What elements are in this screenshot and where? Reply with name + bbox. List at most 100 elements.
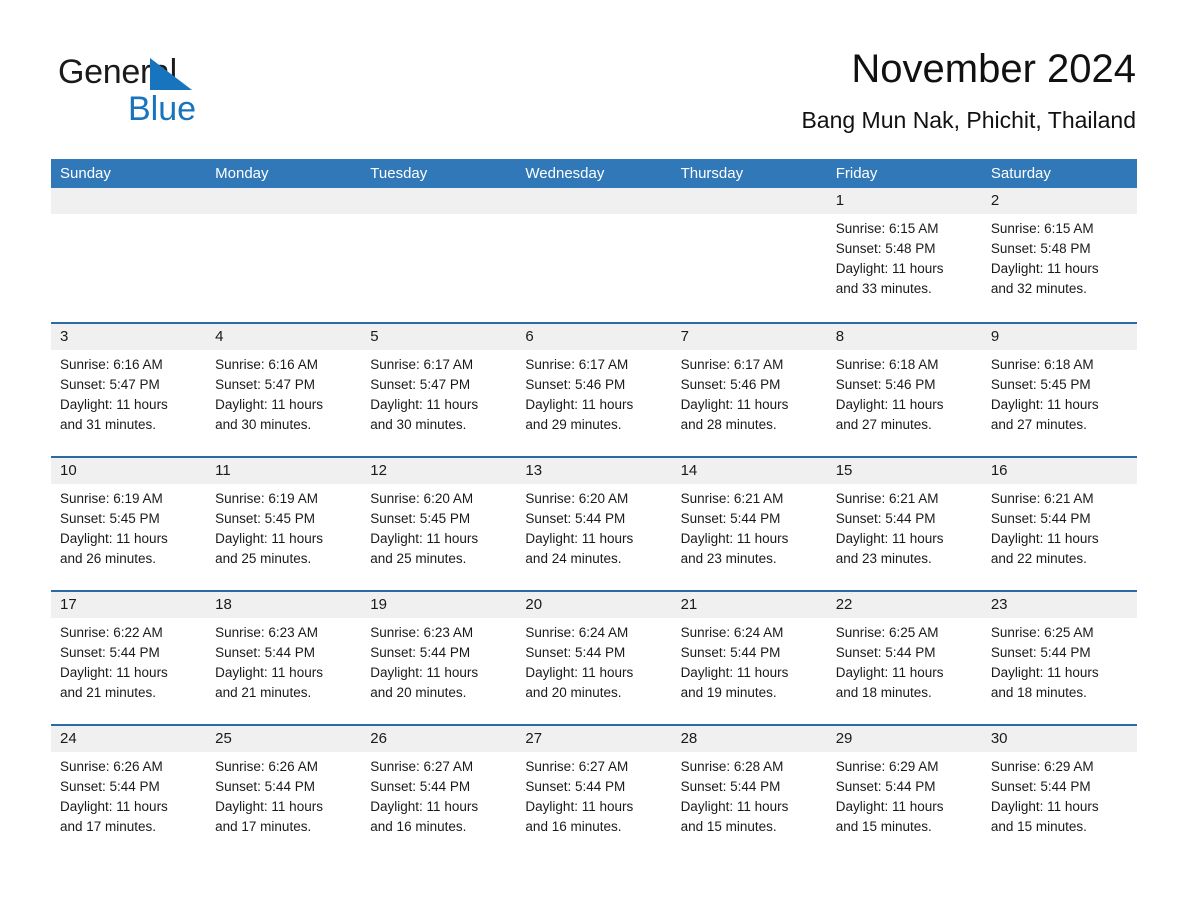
calendar-weeks: 1 Sunrise: 6:15 AM Sunset: 5:48 PM Daylight… (51, 188, 1137, 858)
weekday-header-thursday: Thursday (680, 165, 744, 182)
day-cell[interactable]: 2 Sunrise: 6:15 AM Sunset: 5:48 PM Daylight… (981, 188, 1137, 322)
daylight-text-line2: and 15 minutes. (680, 819, 777, 834)
day-cell[interactable]: 24 Sunrise: 6:26 AM Sunset: 5:44 PM Dayligh… (51, 726, 207, 858)
sunrise-text: Sunrise: 6:28 AM (680, 759, 784, 774)
daylight-text-line2: and 30 minutes. (215, 417, 312, 432)
day-number: 13 (525, 462, 543, 479)
day-cell[interactable]: 11 Sunrise: 6:19 AM Sunset: 5:45 PM Dayligh… (206, 458, 362, 590)
day-cell[interactable]: 14 Sunrise: 6:21 AM Sunset: 5:44 PM Dayligh… (671, 458, 827, 590)
day-cell[interactable]: 27 Sunrise: 6:27 AM Sunset: 5:44 PM Dayligh… (516, 726, 672, 858)
day-number-band: 10 (51, 458, 207, 484)
sunset-text: Sunset: 5:47 PM (60, 377, 160, 392)
day-cell[interactable]: 22 Sunrise: 6:25 AM Sunset: 5:44 PM Dayligh… (826, 592, 982, 724)
day-number-band: 7 (671, 324, 827, 350)
day-cell[interactable]: 17 Sunrise: 6:22 AM Sunset: 5:44 PM Dayligh… (51, 592, 207, 724)
daylight-text-line2: and 29 minutes. (525, 417, 622, 432)
day-number-band: 17 (51, 592, 207, 618)
sunrise-text: Sunrise: 6:29 AM (835, 759, 939, 774)
weekday-header-row: Sunday Monday Tuesday Wednesday Thursday Frid… (51, 159, 1137, 188)
day-number-band: 25 (206, 726, 362, 752)
day-cell[interactable]: 19 Sunrise: 6:23 AM Sunset: 5:44 PM Dayligh… (361, 592, 517, 724)
daylight-text-line1: Daylight: 11 hours (370, 799, 479, 814)
sunset-text: Sunset: 5:44 PM (525, 511, 626, 526)
day-cell[interactable]: 23 Sunrise: 6:25 AM Sunset: 5:44 PM Dayligh… (981, 592, 1137, 724)
day-cell[interactable]: 13 Sunrise: 6:20 AM Sunset: 5:44 PM Dayligh… (516, 458, 672, 590)
day-cell[interactable]: 15 Sunrise: 6:21 AM Sunset: 5:44 PM Dayligh… (826, 458, 982, 590)
day-cell[interactable]: 25 Sunrise: 6:26 AM Sunset: 5:44 PM Dayligh… (206, 726, 362, 858)
day-cell[interactable]: 12 Sunrise: 6:20 AM Sunset: 5:45 PM Dayligh… (361, 458, 517, 590)
daylight-text-line1: Daylight: 11 hours (60, 665, 168, 680)
sunset-text: Sunset: 5:44 PM (60, 645, 160, 660)
daylight-text-line1: Daylight: 11 hours (525, 799, 634, 814)
day-cell[interactable]: 28 Sunrise: 6:28 AM Sunset: 5:44 PM Dayligh… (671, 726, 827, 858)
day-number-band: 5 (361, 324, 517, 350)
day-cell[interactable]: 3 Sunrise: 6:16 AM Sunset: 5:47 PM Daylight… (51, 324, 207, 456)
day-number: 21 (680, 596, 698, 613)
day-cell[interactable]: 16 Sunrise: 6:21 AM Sunset: 5:44 PM Dayligh… (981, 458, 1137, 590)
sunset-text: Sunset: 5:44 PM (835, 511, 936, 526)
day-cell[interactable]: 7 Sunrise: 6:17 AM Sunset: 5:46 PM Daylight… (671, 324, 827, 456)
day-number-band: 11 (206, 458, 362, 484)
day-number-band: 16 (981, 458, 1137, 484)
day-number-band: 23 (981, 592, 1137, 618)
day-number-band: 6 (516, 324, 672, 350)
daylight-text-line2: and 22 minutes. (990, 551, 1087, 566)
day-number-band: 4 (206, 324, 362, 350)
sunset-text: Sunset: 5:44 PM (990, 779, 1091, 794)
day-number-band: 27 (516, 726, 672, 752)
day-cell[interactable]: 1 Sunrise: 6:15 AM Sunset: 5:48 PM Daylight… (826, 188, 982, 322)
daylight-text-line2: and 25 minutes. (370, 551, 467, 566)
general-blue-logo[interactable]: General Blue (58, 52, 358, 130)
sunrise-text: Sunrise: 6:22 AM (60, 625, 163, 640)
day-cell-empty (516, 188, 672, 322)
sunset-text: Sunset: 5:44 PM (215, 779, 315, 794)
sunrise-text: Sunrise: 6:25 AM (835, 625, 939, 640)
daylight-text-line1: Daylight: 11 hours (215, 665, 323, 680)
day-cell[interactable]: 20 Sunrise: 6:24 AM Sunset: 5:44 PM Dayligh… (516, 592, 672, 724)
day-number-band (361, 188, 517, 214)
day-cell[interactable]: 29 Sunrise: 6:29 AM Sunset: 5:44 PM Dayligh… (826, 726, 982, 858)
day-cell[interactable]: 10 Sunrise: 6:19 AM Sunset: 5:45 PM Dayligh… (51, 458, 207, 590)
sunrise-text: Sunrise: 6:16 AM (215, 357, 318, 372)
daylight-text-line2: and 18 minutes. (990, 685, 1087, 700)
day-cell[interactable]: 9 Sunrise: 6:18 AM Sunset: 5:45 PM Daylight… (981, 324, 1137, 456)
day-number-band (671, 188, 827, 214)
day-details: Sunrise: 6:25 AM Sunset: 5:44 PM Daylight:… (827, 618, 982, 703)
day-details: Sunrise: 6:27 AM Sunset: 5:44 PM Daylight:… (361, 752, 516, 837)
day-cell[interactable]: 21 Sunrise: 6:24 AM Sunset: 5:44 PM Dayligh… (671, 592, 827, 724)
daylight-text-line1: Daylight: 11 hours (990, 397, 1099, 412)
daylight-text-line2: and 16 minutes. (525, 819, 622, 834)
daylight-text-line1: Daylight: 11 hours (835, 261, 944, 276)
sunset-text: Sunset: 5:48 PM (835, 241, 936, 256)
weekday-header-friday: Friday (835, 165, 878, 182)
daylight-text-line1: Daylight: 11 hours (680, 531, 789, 546)
sunset-text: Sunset: 5:44 PM (525, 779, 626, 794)
day-cell[interactable]: 5 Sunrise: 6:17 AM Sunset: 5:47 PM Daylight… (361, 324, 517, 456)
day-number: 3 (60, 328, 69, 345)
day-cell[interactable]: 18 Sunrise: 6:23 AM Sunset: 5:44 PM Dayligh… (206, 592, 362, 724)
calendar-grid: Sunday Monday Tuesday Wednesday Thursday Frid… (51, 159, 1137, 858)
daylight-text-line1: Daylight: 11 hours (680, 665, 789, 680)
day-details: Sunrise: 6:29 AM Sunset: 5:44 PM Daylight:… (982, 752, 1137, 837)
weekday-header-monday: Monday (215, 165, 269, 182)
day-details: Sunrise: 6:21 AM Sunset: 5:44 PM Daylight:… (827, 484, 982, 569)
day-number-band: 2 (981, 188, 1137, 214)
day-cell[interactable]: 6 Sunrise: 6:17 AM Sunset: 5:46 PM Daylight… (516, 324, 672, 456)
sunset-text: Sunset: 5:44 PM (370, 779, 471, 794)
day-cell[interactable]: 26 Sunrise: 6:27 AM Sunset: 5:44 PM Dayligh… (361, 726, 517, 858)
day-number: 9 (990, 328, 1000, 345)
sunset-text: Sunset: 5:45 PM (370, 511, 471, 526)
sunrise-text: Sunrise: 6:24 AM (525, 625, 629, 640)
day-details: Sunrise: 6:19 AM Sunset: 5:45 PM Daylight:… (206, 484, 361, 569)
sunrise-text: Sunrise: 6:27 AM (370, 759, 474, 774)
daylight-text-line1: Daylight: 11 hours (215, 531, 323, 546)
day-number: 22 (835, 596, 853, 613)
daylight-text-line1: Daylight: 11 hours (990, 799, 1099, 814)
daylight-text-line1: Daylight: 11 hours (215, 799, 323, 814)
day-number-band: 22 (826, 592, 982, 618)
day-cell[interactable]: 8 Sunrise: 6:18 AM Sunset: 5:46 PM Daylight… (826, 324, 982, 456)
day-cell[interactable]: 4 Sunrise: 6:16 AM Sunset: 5:47 PM Daylight… (206, 324, 362, 456)
sunrise-text: Sunrise: 6:23 AM (370, 625, 474, 640)
day-number: 26 (370, 730, 387, 747)
day-cell[interactable]: 30 Sunrise: 6:29 AM Sunset: 5:44 PM Dayligh… (981, 726, 1137, 858)
